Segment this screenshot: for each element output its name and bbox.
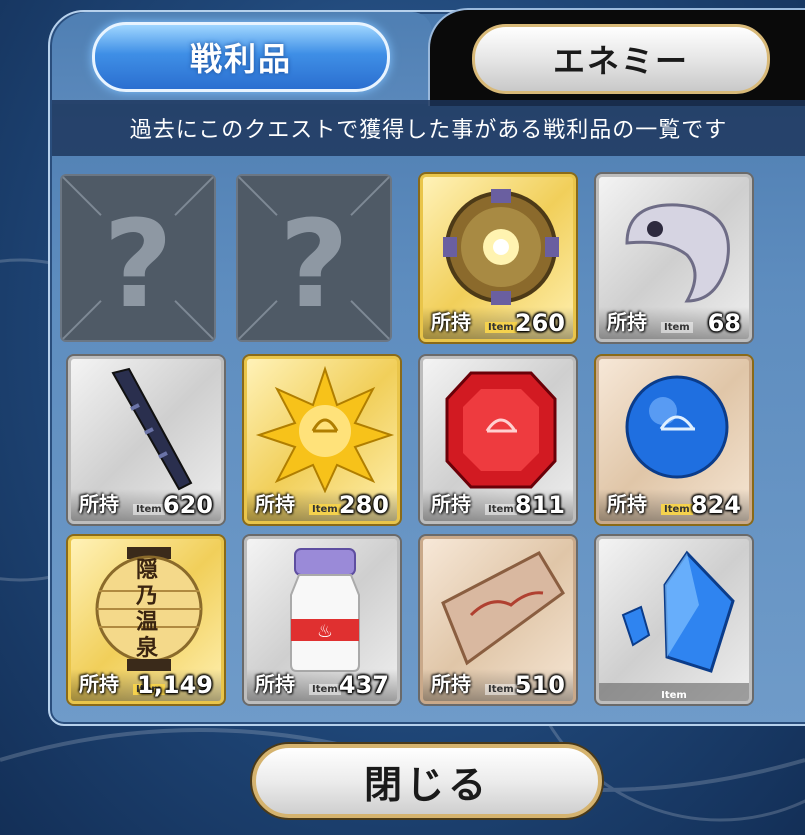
red-gem-icon	[445, 371, 557, 489]
owned-label: 所持	[607, 310, 647, 334]
item-slot-blue-archer-gem[interactable]: 所持 Item 824	[596, 356, 752, 524]
item-slot-gold-archer-piece[interactable]: 所持 Item 280	[244, 356, 400, 524]
owned-label: 所持	[79, 672, 119, 696]
item-tag: Item	[485, 504, 517, 515]
item-tag: Item	[661, 322, 693, 333]
owned-label: 所持	[431, 672, 471, 696]
fang-icon	[111, 367, 193, 491]
owned-label: 所持	[255, 672, 295, 696]
magatama-icon	[625, 203, 730, 303]
item-tag-bar: Item	[599, 683, 749, 701]
owned-count: 824	[690, 491, 741, 519]
gear-orb-icon	[443, 189, 559, 305]
owned-count: 510	[514, 671, 565, 699]
description-bar: 過去にこのクエストで獲得した事がある戦利品の一覧です	[52, 100, 805, 156]
item-tag: Item	[309, 684, 341, 695]
owned-count: 280	[338, 491, 389, 519]
item-tag: Item	[661, 690, 687, 701]
owned-count: 68	[707, 309, 741, 337]
milk-bottle-icon: ♨	[290, 548, 360, 672]
item-tag: Item	[485, 322, 517, 333]
item-slot-white-magatama[interactable]: 所持 Item 68	[596, 174, 752, 342]
owned-label: 所持	[79, 492, 119, 516]
item-slot-blue-crystal[interactable]: Item	[596, 536, 752, 704]
item-slot-onsen-lantern[interactable]: 隠乃温泉 所持 Item 1,149	[68, 536, 224, 704]
item-grid: ? ? 所持 Item 260 所持 Item 68 所持 Item 620 所…	[52, 160, 802, 716]
owned-label: 所持	[255, 492, 295, 516]
question-mark-icon: ?	[279, 196, 349, 335]
owned-count: 620	[162, 491, 213, 519]
svg-text:♨: ♨	[317, 621, 333, 642]
item-slot-dark-fang[interactable]: 所持 Item 620	[68, 356, 224, 524]
question-mark-icon: ?	[103, 196, 173, 335]
tab-loot[interactable]: 戦利品	[92, 22, 390, 92]
owned-label: 所持	[607, 492, 647, 516]
item-tag: Item	[485, 684, 517, 695]
owned-count: 1,149	[137, 671, 213, 699]
item-tag: Item	[309, 504, 341, 515]
owned-count: 437	[338, 671, 389, 699]
item-slot-scroll-paper[interactable]: 所持 Item 510	[420, 536, 576, 704]
owned-count: 260	[514, 309, 565, 337]
item-tag: Item	[133, 504, 165, 515]
close-button[interactable]: 閉じる	[252, 744, 602, 818]
scroll-icon	[441, 551, 565, 666]
gold-archer-piece-icon	[255, 365, 395, 493]
owned-label: 所持	[431, 310, 471, 334]
lantern-text: 隠乃温泉	[135, 557, 158, 661]
item-slot-unknown-1[interactable]: ?	[60, 174, 216, 342]
tab-enemy[interactable]: エネミー	[472, 24, 770, 94]
blue-gem-icon	[625, 375, 729, 479]
item-slot-red-archer-gem[interactable]: 所持 Item 811	[420, 356, 576, 524]
description-text: 過去にこのクエストで獲得した事がある戦利品の一覧です	[129, 118, 728, 143]
owned-count: 811	[514, 491, 565, 519]
item-slot-gear-orb[interactable]: 所持 Item 260	[420, 174, 576, 342]
owned-label: 所持	[431, 492, 471, 516]
item-tag: Item	[661, 504, 693, 515]
crystal-icon	[621, 550, 735, 673]
item-slot-unknown-2[interactable]: ?	[236, 174, 392, 342]
item-slot-milk-bottle[interactable]: ♨ 所持 Item 437	[244, 536, 400, 704]
